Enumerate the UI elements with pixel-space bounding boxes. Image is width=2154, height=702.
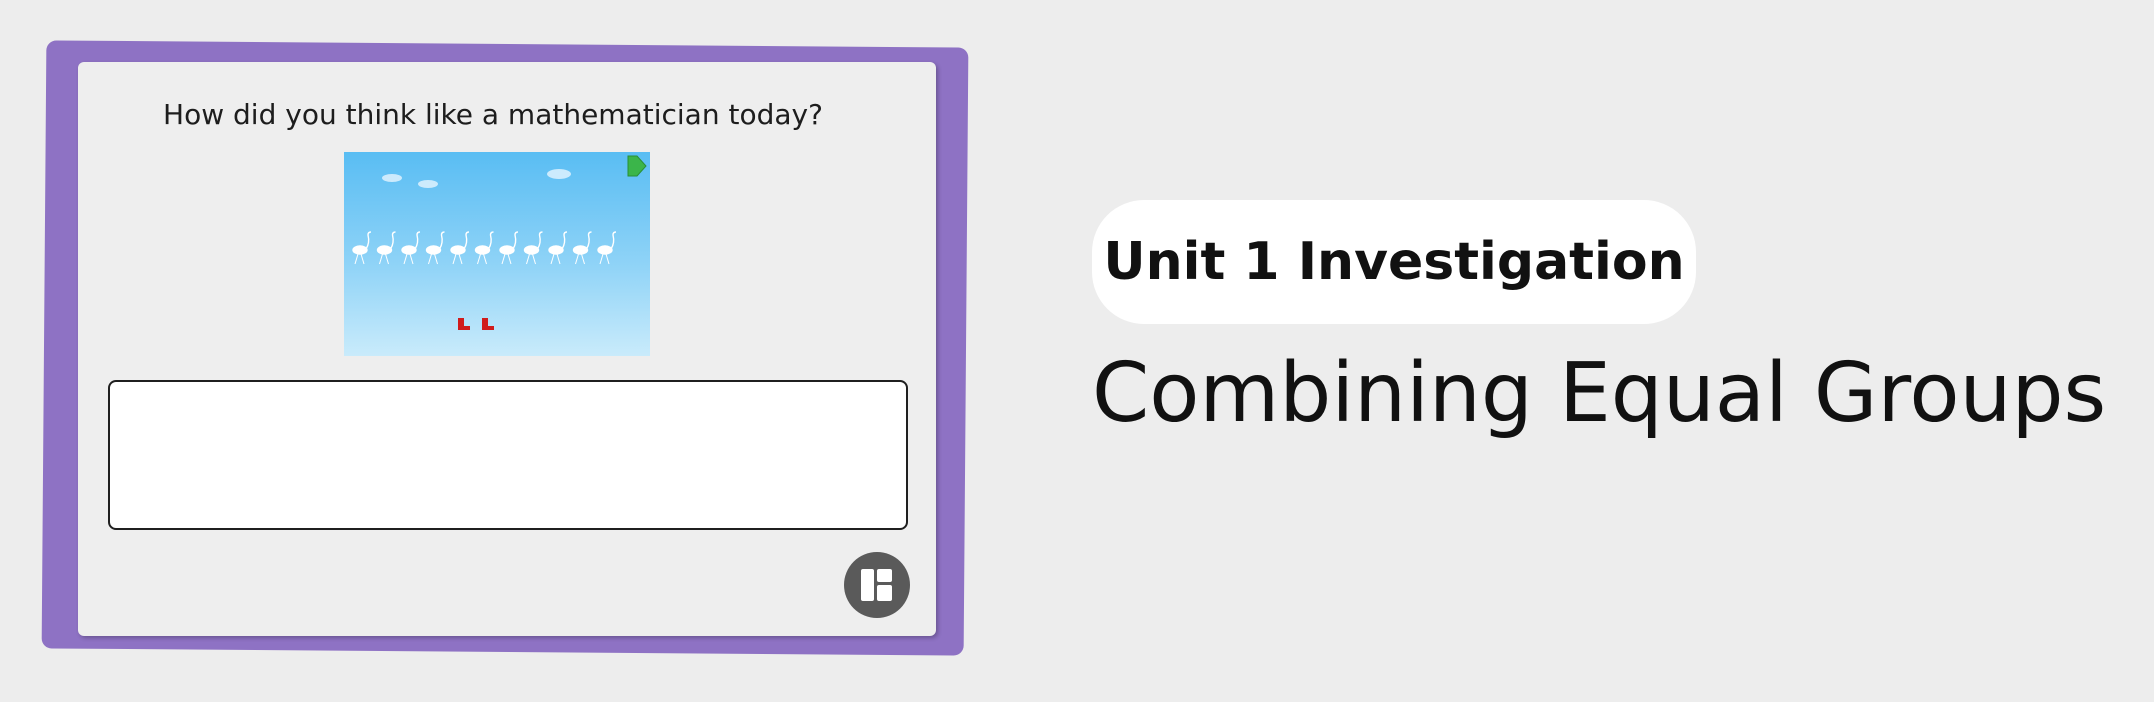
bird-icon	[548, 231, 568, 265]
layout-grid-icon	[861, 569, 892, 601]
red-boots-icon	[458, 318, 494, 330]
reflection-card: How did you think like a mathematician t…	[78, 62, 936, 636]
bird-icon	[376, 231, 396, 265]
slide: How did you think like a mathematician t…	[0, 0, 2154, 702]
reflection-prompt: How did you think like a mathematician t…	[163, 98, 823, 131]
unit-label: Unit 1 Investigation	[1092, 200, 1696, 324]
flamingo-scene	[352, 169, 617, 330]
bird-icon	[523, 231, 543, 265]
lesson-title: Combining Equal Groups	[1092, 346, 2107, 441]
clouds	[382, 169, 571, 188]
answer-input[interactable]	[108, 380, 908, 530]
layout-button[interactable]	[844, 552, 910, 618]
bird-icon	[474, 231, 494, 265]
bird-icon	[597, 231, 617, 265]
animation-preview[interactable]	[344, 152, 650, 356]
bird-icon	[425, 231, 445, 265]
bird-icon	[450, 231, 470, 265]
bird-icon	[401, 231, 421, 265]
bird-icon	[352, 231, 372, 265]
bird-icon	[499, 231, 519, 265]
play-icon[interactable]	[624, 154, 648, 178]
bird-row	[352, 231, 617, 265]
bird-icon	[572, 231, 592, 265]
